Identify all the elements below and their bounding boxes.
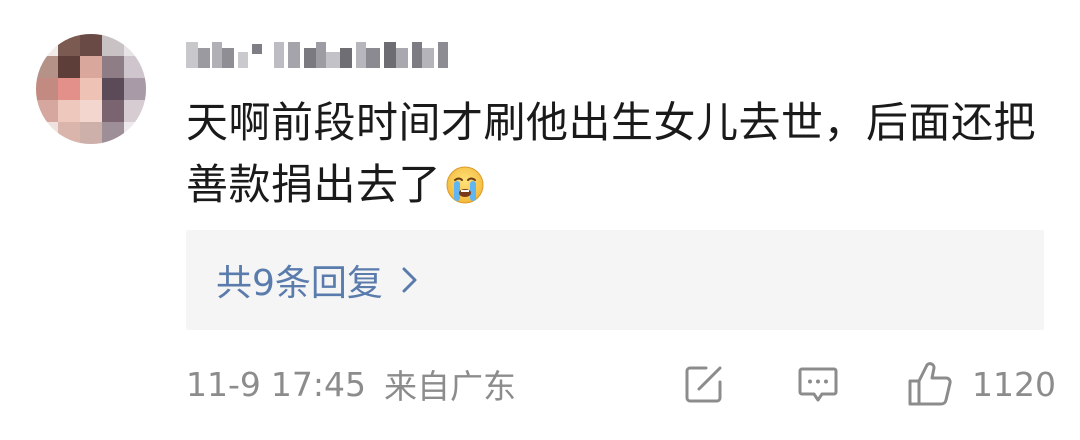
comment-button[interactable] xyxy=(796,360,840,408)
share-edit-icon xyxy=(685,366,722,403)
thumbs-up-icon xyxy=(908,362,952,406)
username[interactable] xyxy=(186,34,456,76)
comment-date: 11-9 xyxy=(186,364,261,404)
comment-meta: 11-9 17:45 来自广东 xyxy=(186,362,517,407)
crying-face-emoji-icon xyxy=(445,160,485,204)
view-replies-link[interactable]: 共9条回复 xyxy=(216,258,419,304)
comment-card: 天啊前段时间才刷他出生女儿去世，后面还把善款捐出去了 共9条回复 11-9 17… xyxy=(0,0,1080,440)
comment-body: 天啊前段时间才刷他出生女儿去世，后面还把善款捐出去了 xyxy=(186,92,1056,216)
like-button[interactable]: 1120 xyxy=(906,360,1056,408)
replies-count-label: 共9条回复 xyxy=(216,263,383,304)
replies-panel: 共9条回复 xyxy=(186,230,1044,330)
comment-bubble-icon xyxy=(798,367,838,402)
share-button[interactable] xyxy=(682,360,726,408)
pixelated-username-image xyxy=(186,42,448,68)
chevron-right-icon xyxy=(402,267,417,293)
comment-text: 天啊前段时间才刷他出生女儿去世，后面还把善款捐出去了 xyxy=(186,98,1037,209)
avatar[interactable] xyxy=(36,34,146,144)
like-count: 1120 xyxy=(972,364,1056,404)
pixelated-avatar-image xyxy=(36,34,146,144)
comment-location: 来自广东 xyxy=(384,367,517,406)
comment-time: 17:45 xyxy=(270,364,367,404)
